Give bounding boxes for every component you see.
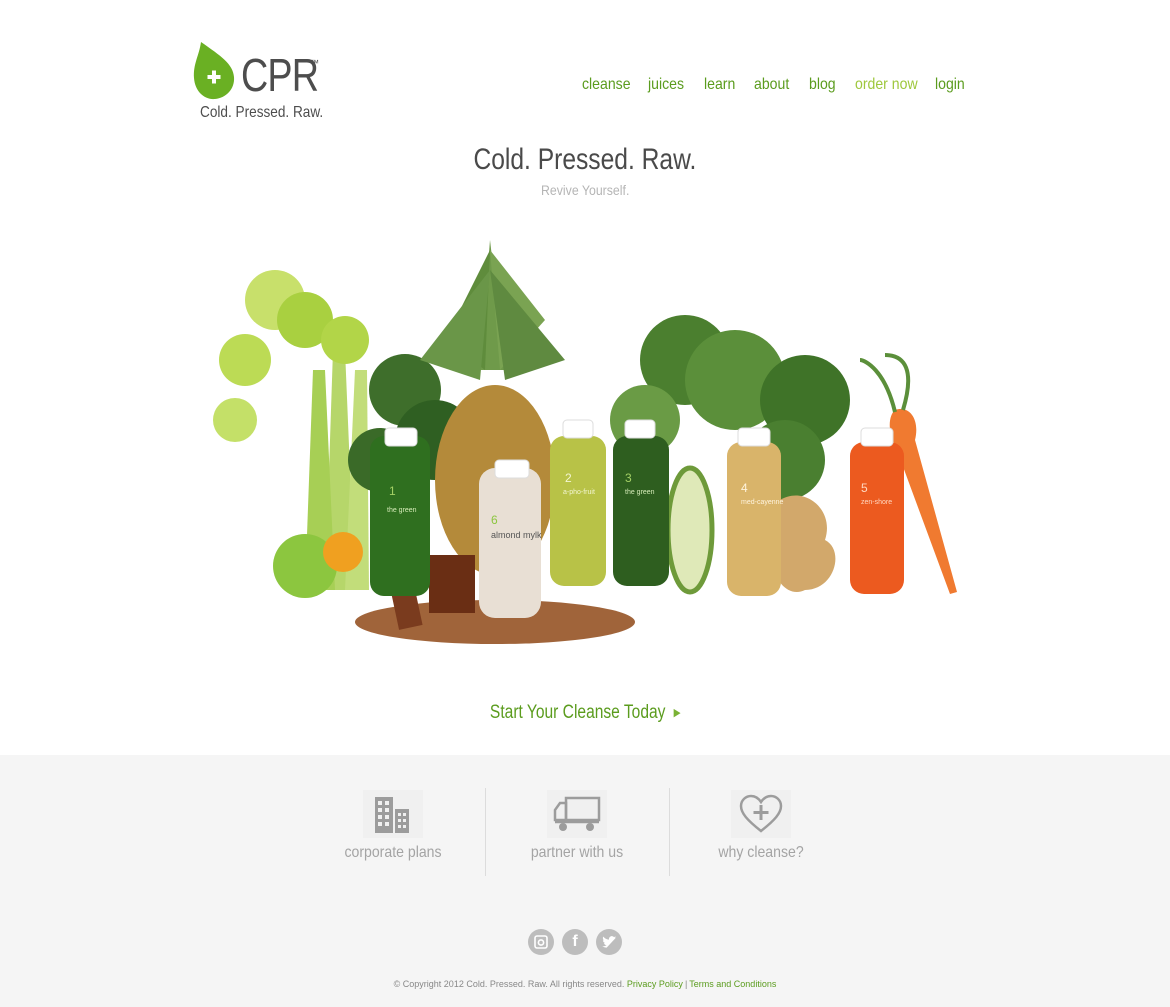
bottle-1: 1 the green <box>370 427 430 596</box>
instagram-icon[interactable] <box>528 929 554 955</box>
hero-title: Cold. Pressed. Raw. <box>473 143 697 176</box>
bottle-5: 5 zen-shore <box>850 427 904 594</box>
bottle-2-name: a-pho-fruit <box>563 489 595 496</box>
play-arrow-icon: ▶ <box>673 707 681 719</box>
copyright-line: © Copyright 2012 Cold. Pressed. Raw. All… <box>0 979 1170 989</box>
trademark-mark: ™ <box>310 58 319 68</box>
bottle-4-number: 4 <box>741 481 748 495</box>
main-nav: cleanse juices learn about blog order no… <box>0 76 1170 98</box>
hero-juice-photo: 1 the green 6 almond mylk 2 a-pho-fruit … <box>213 240 957 644</box>
bottle-1-name: the green <box>387 507 417 514</box>
bottle-3: 3 the green <box>613 419 669 586</box>
building-icon <box>363 790 423 838</box>
terms-link[interactable]: Terms and Conditions <box>689 979 776 989</box>
nav-blog[interactable]: blog <box>809 76 836 94</box>
bottle-3-number: 3 <box>625 471 632 485</box>
why-cleanse-link[interactable]: why cleanse? <box>669 790 853 878</box>
nav-about[interactable]: about <box>754 76 789 94</box>
bottle-5-name: zen-shore <box>861 499 892 506</box>
partner-with-us-label: partner with us <box>530 844 624 861</box>
corporate-plans-link[interactable]: corporate plans <box>301 790 485 878</box>
nav-learn[interactable]: learn <box>704 76 735 94</box>
twitter-icon[interactable] <box>596 929 622 955</box>
why-cleanse-label: why cleanse? <box>718 844 804 861</box>
nav-juices[interactable]: juices <box>648 76 684 94</box>
brand-tagline: Cold. Pressed. Raw. <box>200 104 324 121</box>
partner-with-us-link[interactable]: partner with us <box>485 790 669 878</box>
bottle-6-number: 6 <box>491 513 498 527</box>
copyright-text: © Copyright 2012 Cold. Pressed. Raw. All… <box>393 979 625 989</box>
privacy-policy-link[interactable]: Privacy Policy <box>627 979 683 989</box>
cucumber-illustration <box>665 465 715 595</box>
corporate-plans-label: corporate plans <box>344 844 442 861</box>
bottle-3-name: the green <box>625 489 655 496</box>
bottle-6-name: almond mylk <box>491 530 542 540</box>
bottle-1-number: 1 <box>389 484 396 498</box>
orange-illustration <box>323 532 363 572</box>
bottle-2: 2 a-pho-fruit <box>550 419 606 586</box>
footer: corporate plans partner with us why clea… <box>0 755 1170 1007</box>
heart-plus-icon <box>731 790 791 838</box>
truck-icon <box>547 790 607 838</box>
bottle-6: 6 almond mylk <box>479 459 542 618</box>
link-separator: | <box>684 979 688 989</box>
start-cleanse-link[interactable]: Start Your Cleanse Today ▶ <box>0 702 1170 724</box>
nav-cleanse[interactable]: cleanse <box>582 76 631 94</box>
bottle-4: 4 med-cayenne <box>727 427 784 596</box>
nav-order-now[interactable]: order now <box>855 76 918 94</box>
bottle-4-name: med-cayenne <box>741 499 784 506</box>
cta-label: Start Your Cleanse Today <box>489 702 666 723</box>
hero-subtitle: Revive Yourself. <box>540 182 630 198</box>
bottle-2-number: 2 <box>565 471 572 485</box>
nav-login[interactable]: login <box>935 76 965 94</box>
bottle-5-number: 5 <box>861 481 868 495</box>
facebook-icon[interactable]: f <box>562 929 588 955</box>
